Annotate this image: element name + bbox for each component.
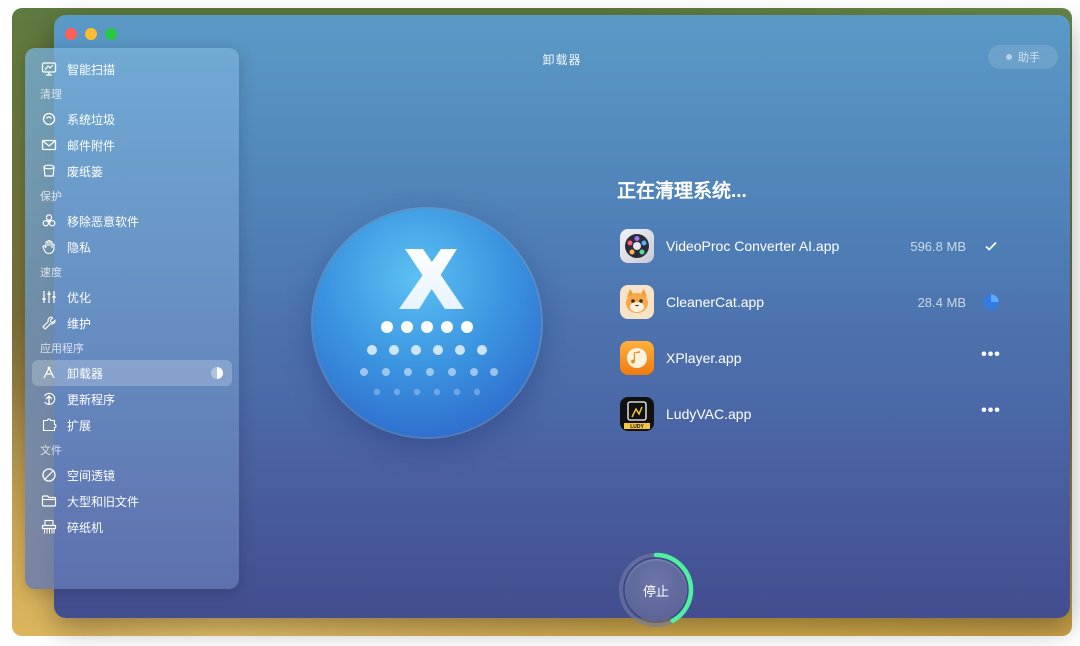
trash-hand-icon: [40, 110, 58, 128]
hand-icon: [40, 238, 58, 256]
sliders-icon: [40, 288, 58, 306]
sidebar-item-privacy[interactable]: 隐私: [32, 234, 232, 260]
ludyvac-app-icon: LUDY: [620, 397, 654, 431]
app-name: XPlayer.app: [666, 350, 742, 366]
ludy-icon-label: LUDY: [630, 424, 644, 430]
stop-button-label: 停止: [642, 583, 669, 599]
update-icon: [40, 390, 58, 408]
uninstaller-hero-icon: [313, 209, 541, 437]
app-row-videoproc: VideoProc Converter AI.app 596.8 MB: [620, 226, 1000, 266]
mail-icon: [40, 136, 58, 154]
stop-control: 停止: [616, 550, 696, 630]
sidebar-item-label: 智能扫描: [67, 62, 116, 77]
bin-icon: [40, 162, 58, 180]
lens-icon: [40, 466, 58, 484]
sidebar-item-label: 空间透镜: [67, 468, 116, 483]
app-name: VideoProc Converter AI.app: [666, 238, 840, 254]
progress-spinner-icon: [982, 293, 1000, 311]
sidebar-item-updater[interactable]: 更新程序: [32, 386, 232, 412]
sidebar-item-large-old-files[interactable]: 大型和旧文件: [32, 488, 232, 514]
sidebar-item-optimization[interactable]: 优化: [32, 284, 232, 310]
uninstaller-icon: [40, 364, 58, 382]
shredder-icon: [40, 518, 58, 536]
pending-dots-icon: •••: [981, 346, 1001, 363]
assistant-label: 助手: [1018, 52, 1040, 64]
app-name: CleanerCat.app: [666, 294, 765, 310]
videoproc-app-icon: [620, 229, 654, 263]
window-controls: [65, 28, 117, 40]
assistant-dot-icon: [1006, 54, 1012, 60]
folder-icon: [40, 492, 58, 510]
extension-icon: [40, 416, 58, 434]
maximize-window-button[interactable]: [105, 28, 117, 40]
xplayer-app-icon: [620, 341, 654, 375]
cleanercat-app-icon: [620, 285, 654, 319]
sidebar-item-malware-removal[interactable]: 移除恶意软件: [32, 208, 232, 234]
app-row-ludyvac: LUDY LudyVAC.app •••: [620, 394, 1000, 434]
sidebar-item-label: 系统垃圾: [67, 112, 116, 127]
app-row-xplayer: XPlayer.app •••: [620, 338, 1000, 378]
pending-dots-icon: •••: [981, 402, 1001, 419]
sidebar-item-label: 废纸篓: [67, 164, 104, 179]
sidebar-item-label: 卸载器: [67, 366, 104, 381]
sidebar: 智能扫描 清理 系统垃圾 邮件附件 废纸篓 保护 移除恶意软件 隐私 速度 优化…: [25, 48, 239, 589]
app-name: LudyVAC.app: [666, 406, 752, 422]
sidebar-item-trash[interactable]: 废纸篓: [32, 158, 232, 184]
biohazard-icon: [40, 212, 58, 230]
stop-button[interactable]: 停止: [625, 559, 687, 621]
sidebar-item-label: 碎纸机: [67, 520, 104, 535]
sidebar-section-speed: 速度: [40, 267, 62, 279]
sidebar-item-system-junk[interactable]: 系统垃圾: [32, 106, 232, 132]
app-size: 596.8 MB: [910, 238, 966, 254]
sidebar-item-uninstaller[interactable]: 卸载器: [32, 360, 232, 386]
close-window-button[interactable]: [65, 28, 77, 40]
sidebar-section-applications: 应用程序: [40, 343, 84, 355]
sidebar-item-label: 大型和旧文件: [67, 494, 140, 509]
progress-pie-icon: [211, 367, 223, 379]
sidebar-item-extensions[interactable]: 扩展: [32, 412, 232, 438]
sidebar-item-space-lens[interactable]: 空间透镜: [32, 462, 232, 488]
sidebar-item-label: 邮件附件: [67, 138, 116, 153]
monitor-icon: [40, 60, 58, 78]
app-row-cleanercat: CleanerCat.app 28.4 MB: [620, 282, 1000, 322]
sidebar-section-cleanup: 清理: [40, 89, 62, 101]
checkmark-icon: [982, 237, 1000, 255]
sidebar-section-files: 文件: [40, 445, 62, 457]
assistant-button[interactable]: 助手: [988, 45, 1058, 69]
minimize-window-button[interactable]: [85, 28, 97, 40]
sidebar-item-smart-scan[interactable]: 智能扫描: [32, 56, 232, 82]
sidebar-item-label: 扩展: [67, 418, 92, 433]
sidebar-item-label: 移除恶意软件: [67, 214, 140, 229]
sidebar-item-label: 隐私: [67, 240, 92, 255]
sidebar-item-label: 更新程序: [67, 392, 116, 407]
sidebar-item-label: 优化: [67, 290, 92, 305]
sidebar-item-mail-attachments[interactable]: 邮件附件: [32, 132, 232, 158]
sidebar-item-label: 维护: [67, 316, 92, 331]
cleaning-heading: 正在清理系统...: [617, 181, 747, 202]
app-size: 28.4 MB: [917, 294, 966, 310]
wrench-icon: [40, 314, 58, 332]
sidebar-item-maintenance[interactable]: 维护: [32, 310, 232, 336]
sidebar-item-shredder[interactable]: 碎纸机: [32, 514, 232, 540]
sidebar-section-protection: 保护: [40, 191, 62, 203]
